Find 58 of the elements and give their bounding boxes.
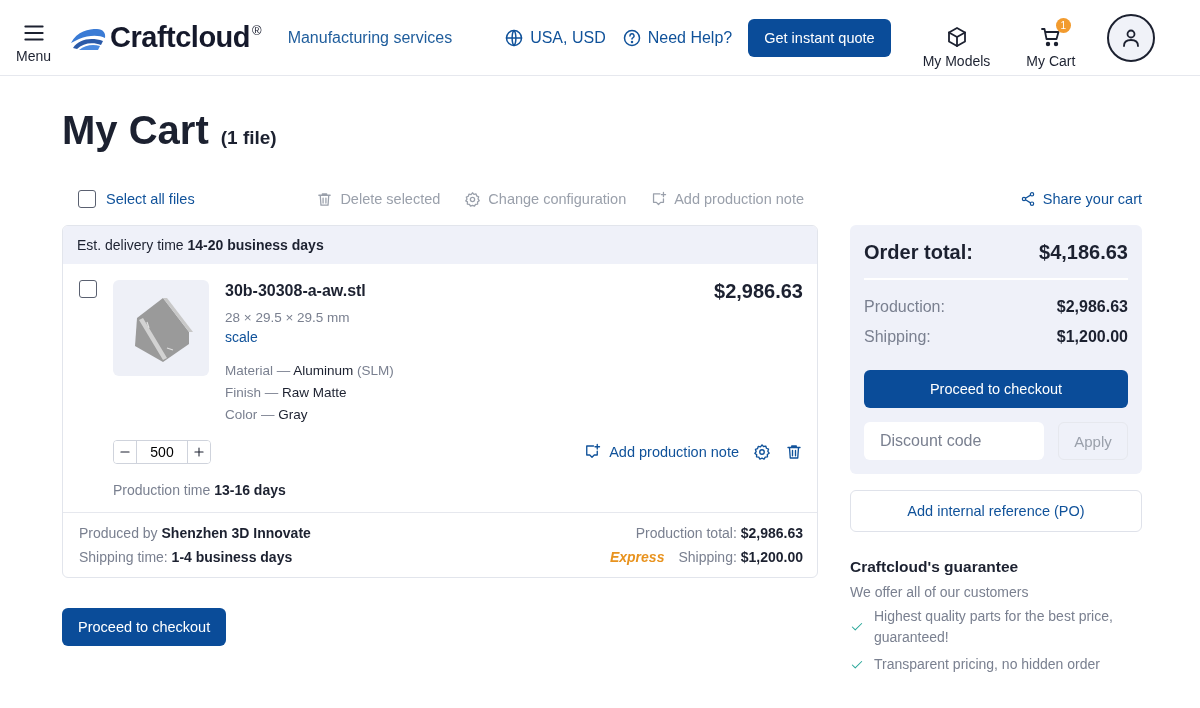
summary-label: Shipping: [864, 328, 931, 346]
summary-value: $2,986.63 [1056, 298, 1128, 316]
summary-value: $1,200.00 [1056, 328, 1128, 346]
shipping-cost: Shipping: $1,200.00 [678, 549, 803, 565]
item-price: $2,986.63 [714, 280, 803, 304]
nav-link[interactable]: Manufacturing services [287, 28, 453, 47]
spec-line: Material — Aluminum (SLM) [225, 363, 395, 378]
item-checkbox[interactable] [79, 280, 97, 298]
po-button[interactable]: Add internal reference (PO) [850, 490, 1142, 532]
note-icon [583, 443, 602, 461]
trash-icon [316, 190, 334, 208]
plus-icon [192, 445, 206, 459]
menu-button[interactable]: Menu [16, 19, 52, 64]
quantity-stepper[interactable]: 500 [113, 440, 211, 464]
spec-line: Finish — Raw Matte [225, 385, 348, 400]
settings-icon [753, 443, 771, 461]
spec-line: Color — Gray [225, 407, 309, 422]
share-link[interactable]: Share your cart [1019, 183, 1142, 215]
my-models-link[interactable]: My Models [918, 16, 995, 69]
total-value: $4,186.63 [1039, 241, 1128, 264]
note-icon [650, 190, 668, 208]
trash-icon [785, 443, 803, 461]
shipping-time: Shipping time: 1-4 business days [79, 549, 294, 565]
guarantee-item: Highest quality parts for the best price, guaranteed! [874, 607, 1114, 647]
shipping-speed: Express [609, 549, 665, 565]
page-title: My Cart [62, 108, 209, 153]
delivery-time: Est. delivery time 14-20 business days [77, 237, 324, 253]
guarantee-item: Transparent pricing, no hidden order [874, 655, 1101, 674]
production-time: Production time 13-16 days [113, 482, 287, 498]
production-total: Production total: $2,986.63 [635, 525, 803, 541]
quote-button[interactable]: Get instant quote [748, 18, 891, 57]
checkout-button[interactable]: Proceed to checkout [62, 608, 227, 646]
producer-text: Produced by Shenzhen 3D Innovate [79, 525, 311, 541]
help-icon [621, 27, 642, 48]
scale-link[interactable]: scale [225, 329, 698, 345]
cart-badge: 1 [1055, 17, 1071, 33]
gear-icon [464, 190, 482, 208]
summary-label: Production: [864, 298, 945, 316]
help-link[interactable]: Need Help? [621, 27, 733, 48]
discount-field[interactable]: Discount code [864, 422, 1044, 460]
logo[interactable]: Craftcloud$^{®}$ [69, 21, 262, 54]
guarantee-title: Craftcloud's guarantee [850, 558, 1020, 576]
checkout-button[interactable]: Proceed to checkout [864, 370, 1128, 408]
locale-link[interactable]: USA, USD [504, 27, 606, 48]
file-count: (1 file) [220, 127, 277, 149]
production-note-link[interactable]: Add production note [583, 443, 739, 461]
guarantee-intro: We offer all of our customers [850, 584, 1030, 600]
dimensions: 28 × 29.5 × 29.5 mm [225, 310, 351, 325]
globe-icon [504, 27, 525, 48]
check-icon [850, 620, 864, 634]
checkbox[interactable] [78, 190, 96, 208]
total-label: Order total: [864, 241, 973, 264]
select-all-checkbox[interactable]: Select all files [78, 190, 195, 208]
settings-button[interactable] [753, 443, 771, 461]
my-cart-link[interactable]: 1 My Cart [1022, 16, 1080, 69]
delete-button[interactable] [785, 443, 803, 461]
file-name: 30b-30308-a-aw.stl [225, 282, 367, 300]
share-icon [1019, 191, 1036, 207]
